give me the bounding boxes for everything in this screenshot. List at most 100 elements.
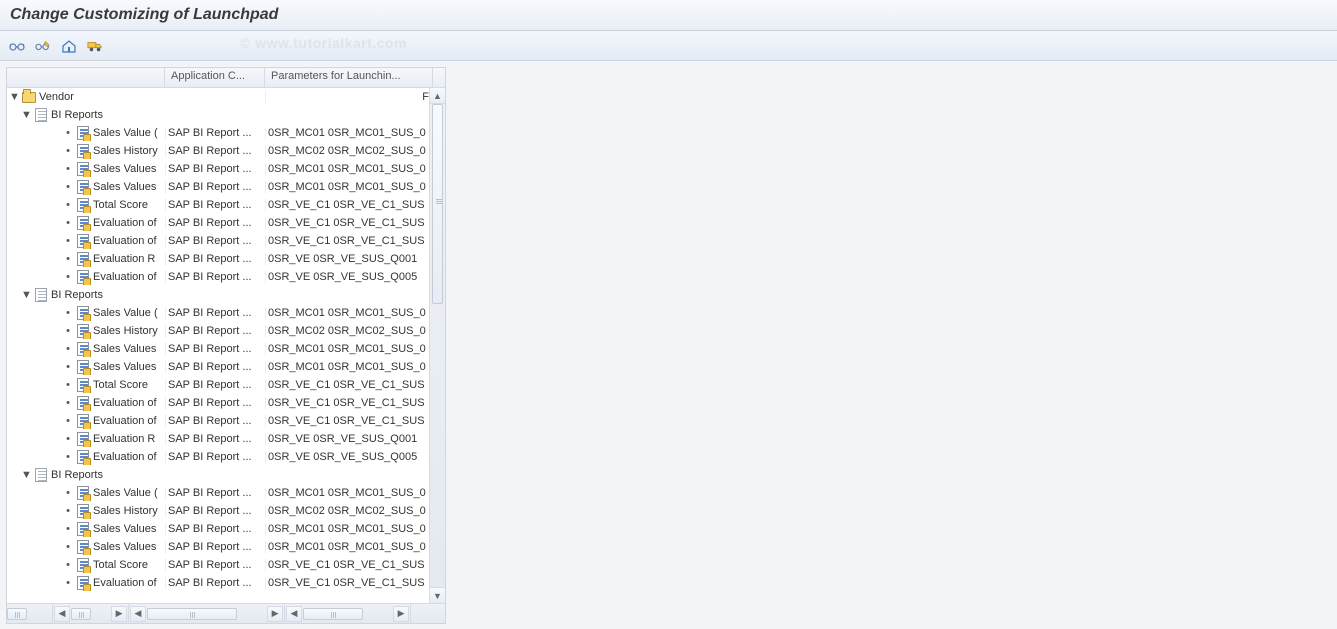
document-icon: [75, 323, 91, 339]
tree-row[interactable]: •Sales Value (SAP BI Report ...0SR_MC01 …: [7, 304, 445, 322]
tree-node-label: Evaluation of: [93, 451, 157, 463]
tree-row[interactable]: •Evaluation ofSAP BI Report ...0SR_VE_C1…: [7, 412, 445, 430]
parameters-cell: 0SR_VE_C1 0SR_VE_C1_SUS: [265, 235, 433, 247]
parameters-cell: 0SR_VE 0SR_VE_SUS_Q001: [265, 253, 433, 265]
scroll-right-button[interactable]: ▶: [267, 606, 283, 622]
application-cell: SAP BI Report ...: [165, 181, 265, 193]
tree-node-label: Sales Value (: [93, 307, 158, 319]
scroll-right-button[interactable]: ▶: [393, 606, 409, 622]
vertical-scroll-thumb[interactable]: [432, 104, 443, 304]
tree-row[interactable]: •Evaluation ofSAP BI Report ...0SR_VE 0S…: [7, 448, 445, 466]
tree-row[interactable]: •Evaluation ofSAP BI Report ...0SR_VE_C1…: [7, 232, 445, 250]
glasses-pencil-icon[interactable]: [34, 37, 52, 55]
leaf-bullet: •: [63, 451, 73, 463]
column-header-application[interactable]: Application C...: [165, 68, 265, 87]
expand-toggle[interactable]: ▼: [21, 109, 31, 121]
scroll-left-button[interactable]: ◀: [130, 606, 146, 622]
scroll-left-button[interactable]: ◀: [54, 606, 70, 622]
tree-row[interactable]: •Sales HistorySAP BI Report ...0SR_MC02 …: [7, 142, 445, 160]
leaf-bullet: •: [63, 217, 73, 229]
tree-row[interactable]: •Total ScoreSAP BI Report ...0SR_VE_C1 0…: [7, 196, 445, 214]
tree-row[interactable]: •Sales Value (SAP BI Report ...0SR_MC01 …: [7, 484, 445, 502]
tree-row[interactable]: •Sales Value (SAP BI Report ...0SR_MC01 …: [7, 124, 445, 142]
document-icon: [75, 431, 91, 447]
leaf-bullet: •: [63, 523, 73, 535]
vertical-scrollbar[interactable]: ▲ ▼: [429, 88, 445, 603]
tree-row[interactable]: •Sales ValuesSAP BI Report ...0SR_MC01 0…: [7, 160, 445, 178]
tree-node-label: Sales Value (: [93, 487, 158, 499]
tree-body: ▼VendorF▼BI Reports•Sales Value (SAP BI …: [7, 88, 445, 603]
tree-node-label: Total Score: [93, 559, 148, 571]
glasses-icon[interactable]: [8, 37, 26, 55]
application-cell: SAP BI Report ...: [165, 307, 265, 319]
tree-node-label: Total Score: [93, 379, 148, 391]
scroll-right-button[interactable]: ▶: [111, 606, 127, 622]
application-cell: SAP BI Report ...: [165, 379, 265, 391]
column-header-node[interactable]: [7, 68, 165, 87]
truck-icon[interactable]: [86, 37, 104, 55]
application-cell: SAP BI Report ...: [165, 505, 265, 517]
leaf-bullet: •: [63, 559, 73, 571]
tree-row[interactable]: •Sales HistorySAP BI Report ...0SR_MC02 …: [7, 502, 445, 520]
expand-toggle[interactable]: ▼: [9, 91, 19, 103]
document-icon: [75, 179, 91, 195]
tree-node-label: Sales Values: [93, 541, 156, 553]
tree-row[interactable]: •Total ScoreSAP BI Report ...0SR_VE_C1 0…: [7, 556, 445, 574]
scroll-up-button[interactable]: ▲: [430, 88, 445, 104]
tree-row[interactable]: •Sales HistorySAP BI Report ...0SR_MC02 …: [7, 322, 445, 340]
application-cell: SAP BI Report ...: [165, 325, 265, 337]
tree-row[interactable]: ▼BI Reports: [7, 466, 445, 484]
h-scroll-segment-2[interactable]: ◀ ▶: [53, 604, 129, 623]
tree-row[interactable]: •Sales ValuesSAP BI Report ...0SR_MC01 0…: [7, 538, 445, 556]
tree-row[interactable]: •Sales ValuesSAP BI Report ...0SR_MC01 0…: [7, 520, 445, 538]
leaf-bullet: •: [63, 163, 73, 175]
h-scroll-segment-3[interactable]: ◀ ▶: [129, 604, 285, 623]
leaf-bullet: •: [63, 505, 73, 517]
application-cell: SAP BI Report ...: [165, 163, 265, 175]
tree-list[interactable]: ▼VendorF▼BI Reports•Sales Value (SAP BI …: [7, 88, 445, 603]
application-cell: SAP BI Report ...: [165, 415, 265, 427]
document-icon: [75, 485, 91, 501]
tree-header: Application C... Parameters for Launchin…: [7, 68, 445, 88]
document-icon: [75, 197, 91, 213]
h-scroll-segment-1[interactable]: [7, 604, 53, 623]
leaf-bullet: •: [63, 343, 73, 355]
scroll-left-button[interactable]: ◀: [286, 606, 302, 622]
tree-node-label: Sales Values: [93, 181, 156, 193]
parameters-cell: 0SR_MC01 0SR_MC01_SUS_0: [265, 127, 433, 139]
column-header-parameters[interactable]: Parameters for Launchin...: [265, 68, 433, 87]
tree-row[interactable]: •Evaluation RSAP BI Report ...0SR_VE 0SR…: [7, 430, 445, 448]
scroll-down-button[interactable]: ▼: [430, 587, 445, 603]
tree-row[interactable]: ▼VendorF: [7, 88, 445, 106]
tree-row[interactable]: •Evaluation ofSAP BI Report ...0SR_VE_C1…: [7, 394, 445, 412]
tree-row[interactable]: •Sales ValuesSAP BI Report ...0SR_MC01 0…: [7, 340, 445, 358]
parameters-cell: 0SR_MC01 0SR_MC01_SUS_0: [265, 361, 433, 373]
document-icon: [75, 575, 91, 591]
application-cell: SAP BI Report ...: [165, 397, 265, 409]
tree-row[interactable]: •Sales ValuesSAP BI Report ...0SR_MC01 0…: [7, 178, 445, 196]
tree-row[interactable]: •Total ScoreSAP BI Report ...0SR_VE_C1 0…: [7, 376, 445, 394]
expand-toggle[interactable]: ▼: [21, 469, 31, 481]
application-cell: SAP BI Report ...: [165, 217, 265, 229]
tree-row[interactable]: ▼BI Reports: [7, 106, 445, 124]
tree-node-label: Evaluation of: [93, 415, 157, 427]
tree-row[interactable]: •Evaluation ofSAP BI Report ...0SR_VE 0S…: [7, 268, 445, 286]
tree-row[interactable]: •Evaluation RSAP BI Report ...0SR_VE 0SR…: [7, 250, 445, 268]
expand-toggle[interactable]: ▼: [21, 289, 31, 301]
vertical-scroll-track[interactable]: [430, 104, 445, 587]
parameters-cell: 0SR_MC01 0SR_MC01_SUS_0: [265, 181, 433, 193]
tree-row[interactable]: ▼BI Reports: [7, 286, 445, 304]
parameters-cell: 0SR_VE 0SR_VE_SUS_Q005: [265, 271, 433, 283]
tree-node-label: Sales History: [93, 325, 158, 337]
application-cell: SAP BI Report ...: [165, 523, 265, 535]
content-area: Application C... Parameters for Launchin…: [0, 61, 1337, 629]
leaf-bullet: •: [63, 577, 73, 589]
tree-row[interactable]: •Evaluation ofSAP BI Report ...0SR_VE_C1…: [7, 574, 445, 592]
tree-row[interactable]: •Sales ValuesSAP BI Report ...0SR_MC01 0…: [7, 358, 445, 376]
parameters-cell: 0SR_VE_C1 0SR_VE_C1_SUS: [265, 199, 433, 211]
h-scroll-segment-4[interactable]: ◀ ▶: [285, 604, 411, 623]
leaf-bullet: •: [63, 271, 73, 283]
tree-row[interactable]: •Evaluation ofSAP BI Report ...0SR_VE_C1…: [7, 214, 445, 232]
document-icon: [75, 377, 91, 393]
house-icon[interactable]: [60, 37, 78, 55]
